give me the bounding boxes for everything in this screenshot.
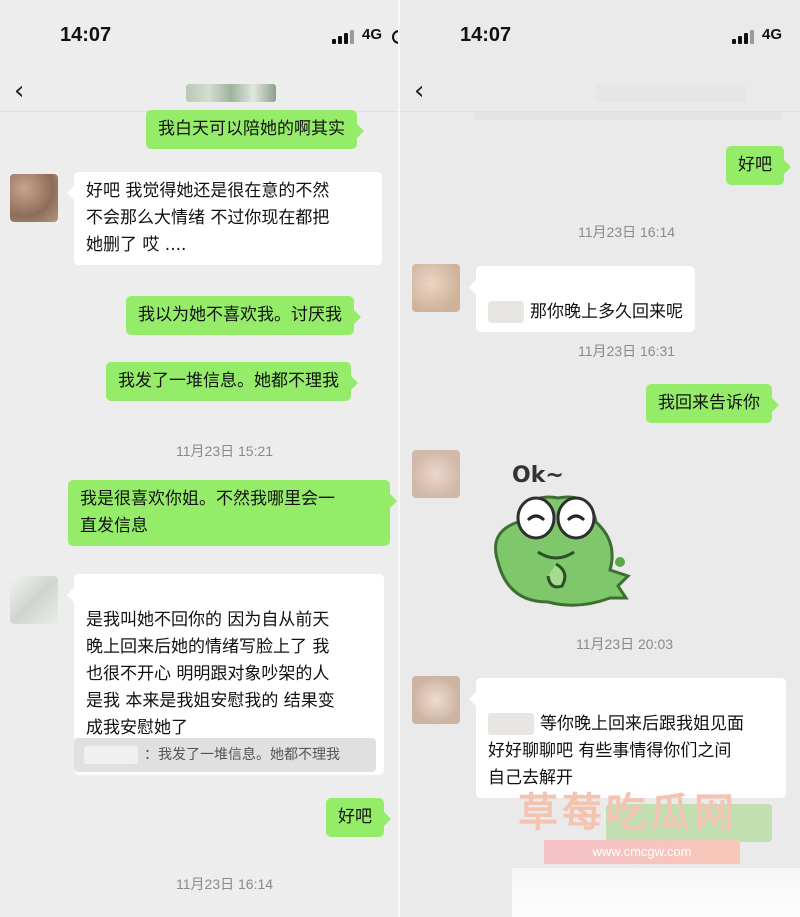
message-outgoing[interactable]: 好吧 [326,798,391,837]
message-outgoing[interactable]: 我是很喜欢你姐。不然我哪里会一 直发信息 [68,480,397,546]
site-watermark: 草莓吃瓜网 www.cmcgw.com [512,776,800,917]
sender-name-blurred [488,713,534,735]
back-icon[interactable]: ‹ [414,76,424,106]
message-text: 那你晚上多久回来呢 [530,302,683,322]
contact-name-blurred [186,84,276,102]
back-icon[interactable]: ‹ [14,76,24,106]
quoted-sender-blurred [84,746,138,764]
status-bar: 14:07 4G [0,0,400,72]
avatar[interactable] [10,174,58,222]
chat-header: ‹ [0,72,400,112]
quoted-text: ：我发了一堆信息。她都不理我 [144,747,340,763]
status-bar: 14:07 4G [400,0,800,72]
timestamp: 11月23日 20:03 [576,636,674,652]
sender-name-blurred [488,301,524,323]
contact-name-blurred [596,84,746,102]
message-outgoing[interactable]: 我白天可以陪她的啊其实 [146,110,364,149]
message-outgoing[interactable]: 好吧 [726,146,791,185]
timestamp: 11月23日 15:21 [176,443,274,459]
signal-icon [332,30,354,44]
chat-header: ‹ [400,72,800,112]
quoted-message[interactable]: ：我发了一堆信息。她都不理我 [74,738,376,772]
left-chat-screenshot: 14:07 4G ‹ 我白天可以陪她的啊其实 好吧 我觉得她还是很在意的不然 不… [0,0,400,917]
message-outgoing[interactable]: 我回来告诉你 [646,384,779,423]
message-text: 是我叫她不回你的 因为自从前天 晚上回来后她的情绪写脸上了 我 也很不开心 明明… [86,610,335,738]
avatar[interactable] [10,576,58,624]
message-incoming[interactable]: 好吧 我觉得她还是很在意的不然 不会那么大情绪 不过你现在都把 她删了 哎 ..… [67,172,382,265]
avatar[interactable] [412,450,460,498]
watermark-fade [512,868,800,917]
network-type: 4G [762,26,783,43]
status-time: 14:07 [60,24,112,46]
sticker-text: Ok~ [512,463,564,488]
previous-message-edge [474,112,782,120]
timestamp: 11月23日 16:14 [578,224,676,240]
watermark-url: www.cmcgw.com [544,840,740,864]
watermark-text: 草莓吃瓜网 [518,790,738,836]
crocodile-sticker[interactable]: Ok~ [478,452,638,612]
message-outgoing[interactable]: 我发了一堆信息。她都不理我 [106,362,358,401]
network-type: 4G [362,26,383,43]
avatar[interactable] [412,676,460,724]
timestamp: 11月23日 16:14 [176,876,274,892]
timestamp: 11月23日 16:31 [578,343,676,359]
message-incoming[interactable]: 那你晚上多久回来呢 [469,266,695,332]
message-outgoing[interactable]: 我以为她不喜欢我。讨厌我 [126,296,361,335]
status-time: 14:07 [460,24,512,46]
avatar[interactable] [412,264,460,312]
signal-icon [732,30,754,44]
